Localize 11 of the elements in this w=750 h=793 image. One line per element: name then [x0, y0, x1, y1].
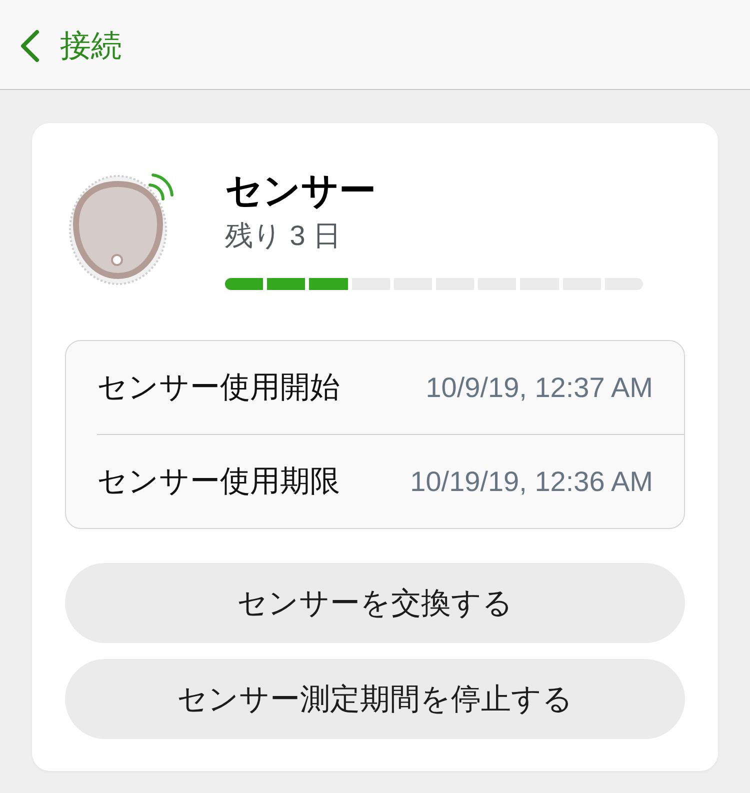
detail-label: センサー使用開始: [97, 370, 340, 406]
sensor-icon: [68, 172, 174, 286]
back-button[interactable]: 接続: [20, 26, 122, 66]
sensor-title: センサー: [225, 170, 377, 212]
detail-value: 10/19/19, 12:36 AM: [410, 466, 653, 498]
chevron-left-icon: [20, 30, 40, 62]
detail-label: センサー使用期限: [97, 464, 340, 500]
action-button[interactable]: センサー測定期間を停止する: [65, 659, 685, 739]
action-button[interactable]: センサーを交換する: [65, 563, 685, 643]
detail-value: 10/9/19, 12:37 AM: [426, 372, 653, 404]
remaining-days: 残り 3 日: [225, 218, 643, 254]
